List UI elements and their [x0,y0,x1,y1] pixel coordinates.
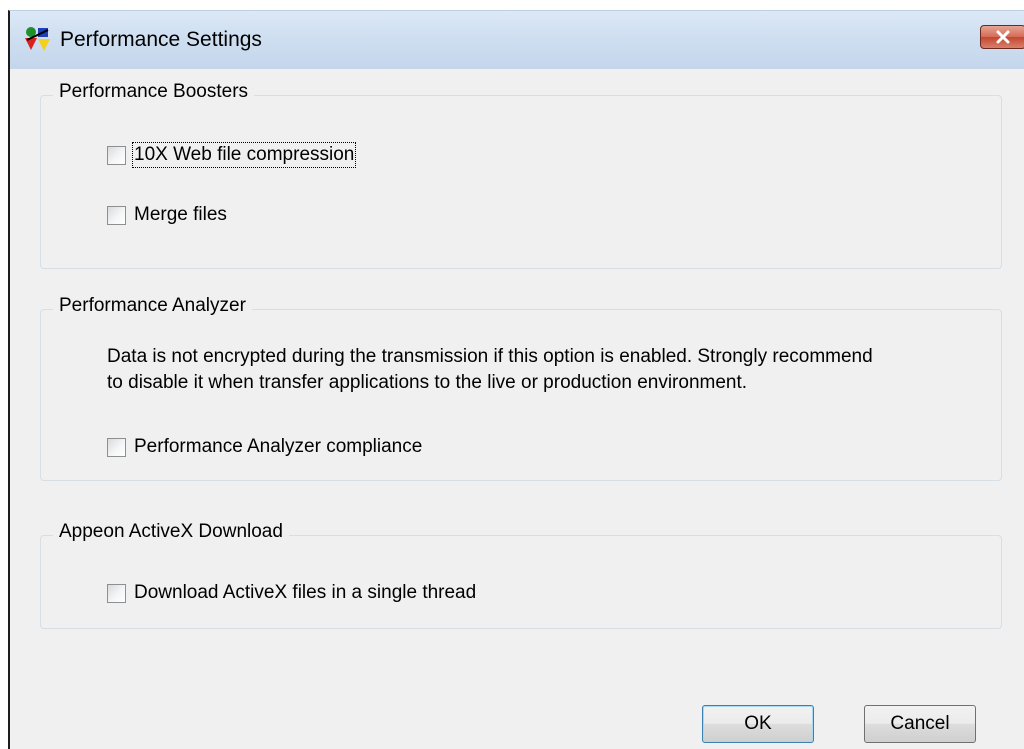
group-title-boosters: Performance Boosters [53,81,255,103]
group-title-activex: Appeon ActiveX Download [53,521,289,543]
analyzer-note-line-1: Data is not encrypted during the transmi… [107,346,873,367]
analyzer-note-line-2: to disable it when transfer applications… [107,372,748,393]
dialog-content: Performance Boosters 10X Web file compre… [10,69,1024,749]
checkbox-box[interactable] [107,205,126,225]
checkbox-web-compression[interactable]: 10X Web file compression [107,142,357,168]
checkbox-label-analyzer-compliance: Performance Analyzer compliance [134,436,423,457]
checkbox-label-single-thread: Download ActiveX files in a single threa… [134,582,477,603]
checkbox-label-merge-files: Merge files [134,204,227,225]
checkbox-analyzer-compliance[interactable]: Performance Analyzer compliance [107,436,422,458]
checkbox-merge-files[interactable]: Merge files [107,204,227,226]
checkbox-box[interactable] [107,583,126,603]
group-performance-analyzer: Performance Analyzer Data is not encrypt… [40,295,1002,481]
group-title-analyzer: Performance Analyzer [53,295,252,317]
close-icon [996,30,1010,44]
ok-button[interactable]: OK [702,705,814,743]
checkbox-box[interactable] [107,437,126,457]
checkbox-box[interactable] [107,145,126,165]
close-button[interactable] [980,25,1024,49]
group-activex-download: Appeon ActiveX Download Download ActiveX… [40,521,1002,629]
performance-settings-dialog: Performance Settings Performance Booster… [8,10,1024,749]
title-bar: Performance Settings [10,11,1024,69]
checkbox-single-thread[interactable]: Download ActiveX files in a single threa… [107,582,476,604]
cancel-button[interactable]: Cancel [864,705,976,743]
window-title: Performance Settings [60,28,262,51]
group-performance-boosters: Performance Boosters 10X Web file compre… [40,81,1002,269]
checkbox-label-web-compression: 10X Web file compression [131,142,357,168]
app-icon [24,26,52,52]
